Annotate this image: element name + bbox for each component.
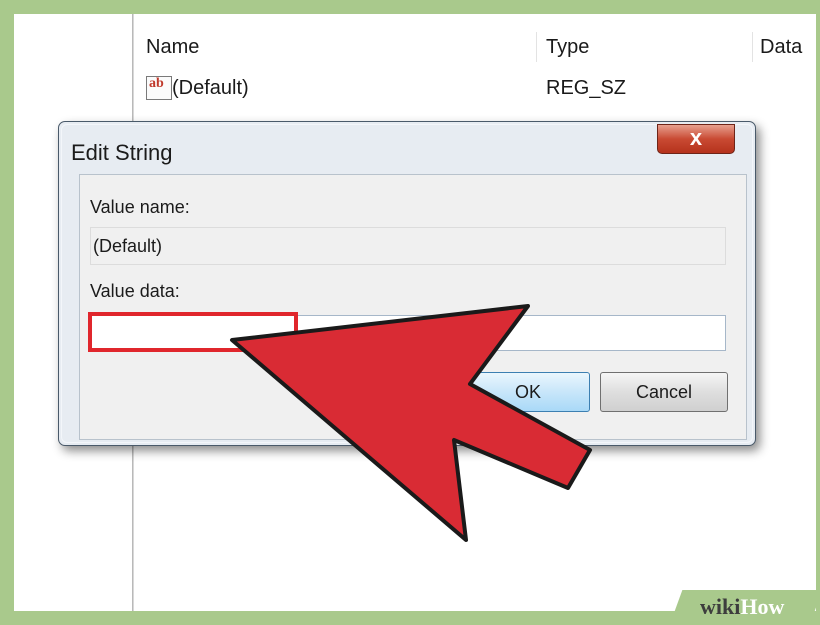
dialog-body: Value name: (Default) Value data: OK Can… <box>79 174 747 440</box>
column-header-type[interactable]: Type <box>546 36 589 59</box>
close-button[interactable]: x <box>657 124 735 154</box>
dialog-title: Edit String <box>71 140 173 165</box>
value-name: (Default) <box>172 77 249 99</box>
value-data-label: Value data: <box>90 281 180 301</box>
ok-button[interactable]: OK <box>466 372 590 412</box>
value-name-label: Value name: <box>90 197 190 217</box>
column-separator[interactable] <box>752 32 753 62</box>
column-header-name[interactable]: Name <box>146 36 199 59</box>
list-header: Name Type Data <box>136 32 816 62</box>
edit-string-dialog: Edit String x Value name: (Default) Valu… <box>58 121 756 446</box>
wikihow-watermark: wikiHow <box>700 594 785 619</box>
value-data-input[interactable] <box>90 315 726 351</box>
close-icon: x <box>689 125 703 150</box>
column-separator[interactable] <box>536 32 537 62</box>
value-type: REG_SZ <box>546 77 627 99</box>
cancel-button[interactable]: Cancel <box>600 372 728 412</box>
string-value-icon: ab <box>146 76 172 100</box>
list-item-default[interactable]: ab (Default) REG_SZ <box>136 74 816 104</box>
value-name-field: (Default) <box>90 227 726 265</box>
column-header-data[interactable]: Data <box>760 36 802 59</box>
